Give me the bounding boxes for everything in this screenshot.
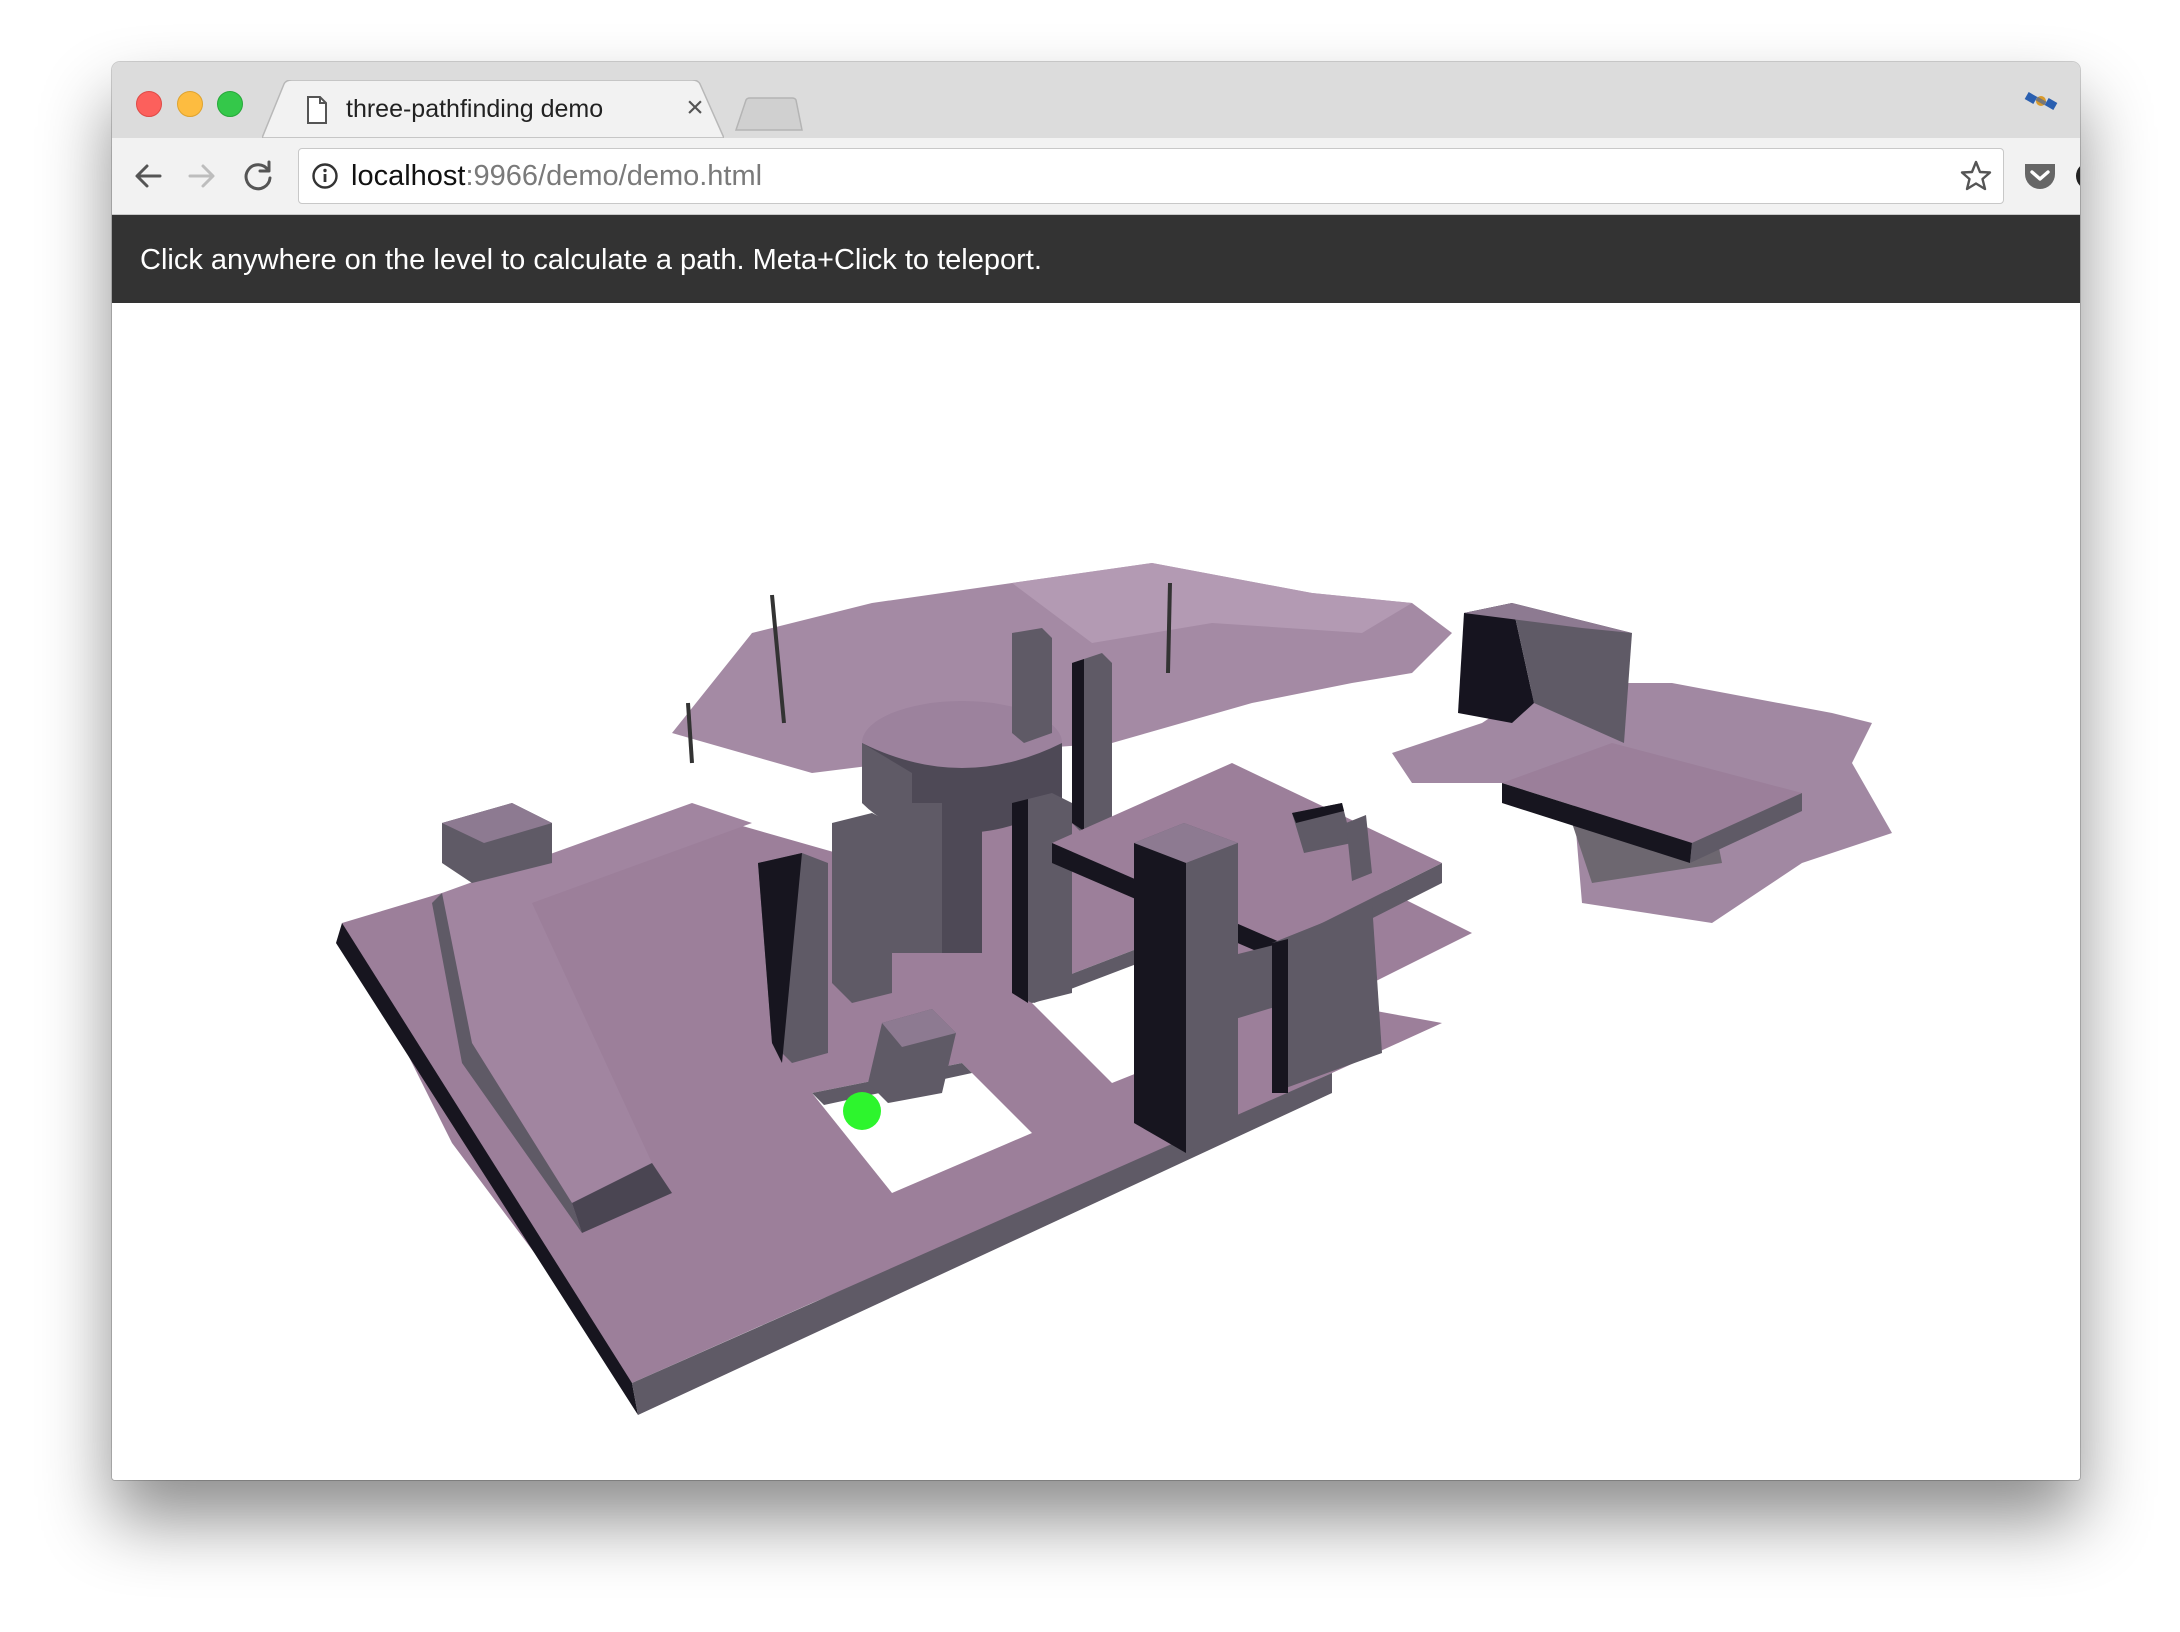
instruction-text: Click anywhere on the level to calculate… [140,244,1042,276]
forward-arrow-icon[interactable] [184,158,220,194]
pathfinding-canvas[interactable] [112,303,2080,1480]
antenna-2 [1166,582,1172,674]
info-icon[interactable] [311,162,339,190]
pillar-tall-2 [1012,628,1052,743]
new-tab-button[interactable] [732,96,804,132]
url-path: :9966/demo/demo.html [465,160,763,192]
player-marker [843,1092,881,1130]
tab-title: three-pathfinding demo [346,95,604,123]
close-tab-icon[interactable]: × [680,93,710,123]
github-extension-icon[interactable] [2072,156,2080,200]
browser-window: three-pathfinding demo × localhost:9966/… [112,62,2080,1480]
back-arrow-icon[interactable] [130,158,166,194]
minimize-window-button[interactable] [177,91,203,117]
browser-toolbar: localhost:9966/demo/demo.html 5 [112,138,2080,215]
pillar-left-2 [832,813,892,1003]
url-host: localhost [351,160,466,192]
star-icon[interactable] [1959,159,1993,193]
document-icon [307,96,327,124]
satellite-icon[interactable] [2024,86,2058,116]
pocket-icon[interactable] [2022,158,2058,194]
url-text: localhost:9966/demo/demo.html [351,160,762,192]
instruction-banner: Click anywhere on the level to calculate… [112,215,2080,303]
title-bar: three-pathfinding demo × [112,62,2080,138]
level-3d-render [336,563,1892,1415]
close-window-button[interactable] [136,91,162,117]
tab-three-pathfinding[interactable]: three-pathfinding demo × [262,80,724,138]
maximize-window-button[interactable] [217,91,243,117]
address-bar[interactable]: localhost:9966/demo/demo.html [298,148,2004,204]
reload-icon[interactable] [240,158,276,194]
